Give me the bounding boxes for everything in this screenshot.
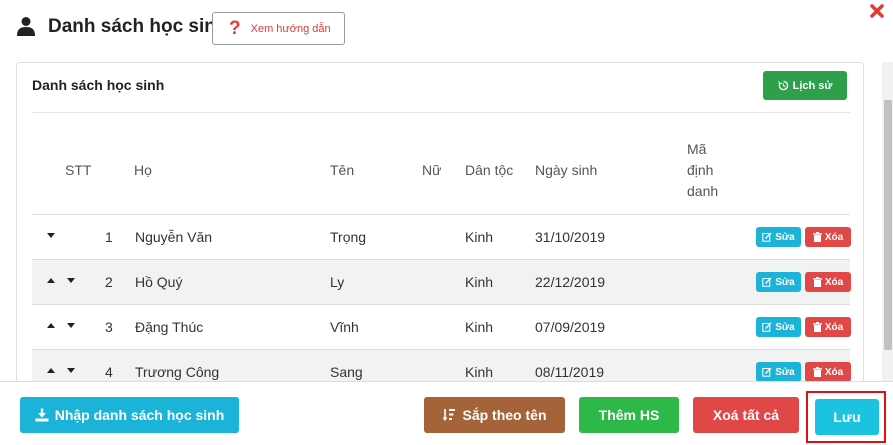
table-row: 3 Đặng Thúc Vĩnh Kinh 07/09/2019 Sửa Xóa (32, 304, 851, 349)
save-highlight-box: Lưu (806, 391, 886, 443)
move-down-icon[interactable] (47, 233, 55, 238)
cell-ho: Hồ Quý (135, 274, 183, 290)
student-list-panel: Danh sách học sinh Lịch sử STT Họ Tên Nữ… (16, 62, 864, 381)
download-icon (35, 408, 49, 422)
delete-button[interactable]: Xóa (805, 272, 851, 292)
edit-icon (762, 322, 772, 332)
cell-ho: Trương Công (135, 364, 220, 380)
cell-ten: Vĩnh (330, 319, 359, 335)
column-header-dan-toc[interactable]: Dân tộc (465, 162, 513, 178)
move-up-icon[interactable] (47, 323, 55, 328)
cell-dan-toc: Kinh (465, 319, 494, 335)
column-header-nu[interactable]: Nữ (422, 162, 441, 178)
trash-icon (812, 232, 822, 242)
delete-button-label: Xóa (824, 276, 844, 288)
delete-button-label: Xóa (824, 366, 844, 378)
modal-title: Danh sách học sinh (48, 16, 228, 37)
scrollbar-thumb[interactable] (884, 100, 892, 350)
edit-button[interactable]: Sửa (756, 227, 801, 247)
trash-icon (812, 367, 822, 377)
move-up-icon[interactable] (47, 278, 55, 283)
delete-button[interactable]: Xóa (805, 317, 851, 337)
column-header-ho[interactable]: Họ (134, 162, 152, 178)
edit-button-label: Sửa (775, 276, 795, 288)
add-student-button[interactable]: Thêm HS (579, 397, 679, 433)
move-up-icon[interactable] (47, 368, 55, 373)
panel-divider (32, 112, 850, 113)
column-header-ten[interactable]: Tên (330, 162, 354, 178)
clear-all-button[interactable]: Xoá tất cả (693, 397, 799, 433)
table-row: 2 Hồ Quý Ly Kinh 22/12/2019 Sửa Xóa (32, 259, 851, 304)
cell-stt: 2 (105, 274, 113, 290)
cell-stt: 4 (105, 364, 113, 380)
cell-ngay-sinh: 08/11/2019 (535, 364, 605, 380)
edit-icon (762, 232, 772, 242)
delete-button-label: Xóa (824, 231, 844, 243)
help-button[interactable]: ? Xem hướng dẫn (212, 12, 345, 45)
history-icon (777, 80, 788, 91)
edit-button-label: Sửa (775, 321, 795, 333)
delete-button-label: Xóa (824, 321, 844, 333)
save-button[interactable]: Lưu (815, 399, 879, 435)
trash-icon (812, 322, 822, 332)
edit-button[interactable]: Sửa (756, 362, 801, 381)
edit-button[interactable]: Sửa (756, 317, 801, 337)
column-header-ma-line2: định (687, 162, 714, 178)
table-row: 1 Nguyễn Văn Trọng Kinh 31/10/2019 Sửa X… (32, 214, 851, 259)
cell-ten: Sang (330, 364, 363, 380)
history-button[interactable]: Lịch sử (763, 71, 847, 100)
modal-header: Danh sách học sinh ? Xem hướng dẫn (0, 0, 893, 62)
move-down-icon[interactable] (67, 323, 75, 328)
edit-button[interactable]: Sửa (756, 272, 801, 292)
cell-ho: Đặng Thúc (135, 319, 204, 335)
edit-icon (762, 277, 772, 287)
column-header-ma-line3: danh (687, 183, 719, 199)
column-header-ngay-sinh[interactable]: Ngày sinh (535, 162, 597, 178)
history-button-label: Lịch sử (792, 79, 833, 92)
panel-title: Danh sách học sinh (32, 77, 165, 93)
move-down-icon[interactable] (67, 368, 75, 373)
cell-ten: Ly (330, 274, 345, 290)
cell-dan-toc: Kinh (465, 364, 494, 380)
delete-button[interactable]: Xóa (805, 362, 851, 381)
delete-button[interactable]: Xóa (805, 227, 851, 247)
sort-button-label: Sắp theo tên (462, 407, 547, 423)
modal-body: Danh sách học sinh Lịch sử STT Họ Tên Nữ… (0, 62, 893, 381)
edit-icon (762, 367, 772, 377)
sort-by-name-button[interactable]: Sắp theo tên (424, 397, 565, 433)
column-header-ma-line1: Mã (687, 141, 707, 157)
modal-footer: Nhập danh sách học sinh Sắp theo tên Thê… (0, 381, 893, 445)
cell-dan-toc: Kinh (465, 229, 494, 245)
cell-dan-toc: Kinh (465, 274, 494, 290)
question-icon: ? (229, 18, 241, 39)
column-header-ma-dinh-danh[interactable]: Mã định danh (687, 139, 718, 202)
cell-ngay-sinh: 22/12/2019 (535, 274, 606, 290)
cell-ho: Nguyễn Văn (135, 229, 213, 245)
column-header-stt[interactable]: STT (65, 162, 91, 178)
user-icon (17, 17, 35, 36)
cell-ngay-sinh: 07/09/2019 (535, 319, 606, 335)
import-button-label: Nhập danh sách học sinh (54, 407, 225, 423)
import-students-button[interactable]: Nhập danh sách học sinh (20, 397, 239, 433)
move-down-icon[interactable] (67, 278, 75, 283)
sort-icon (442, 409, 456, 421)
cell-ten: Trọng (330, 229, 367, 245)
help-button-label: Xem hướng dẫn (250, 22, 331, 35)
cell-ngay-sinh: 31/10/2019 (535, 229, 606, 245)
trash-icon (812, 277, 822, 287)
table-row: 4 Trương Công Sang Kinh 08/11/2019 Sửa X… (32, 349, 851, 381)
cell-stt: 1 (105, 229, 113, 245)
cell-stt: 3 (105, 319, 113, 335)
edit-button-label: Sửa (775, 231, 795, 243)
edit-button-label: Sửa (775, 366, 795, 378)
close-icon[interactable] (867, 1, 887, 21)
